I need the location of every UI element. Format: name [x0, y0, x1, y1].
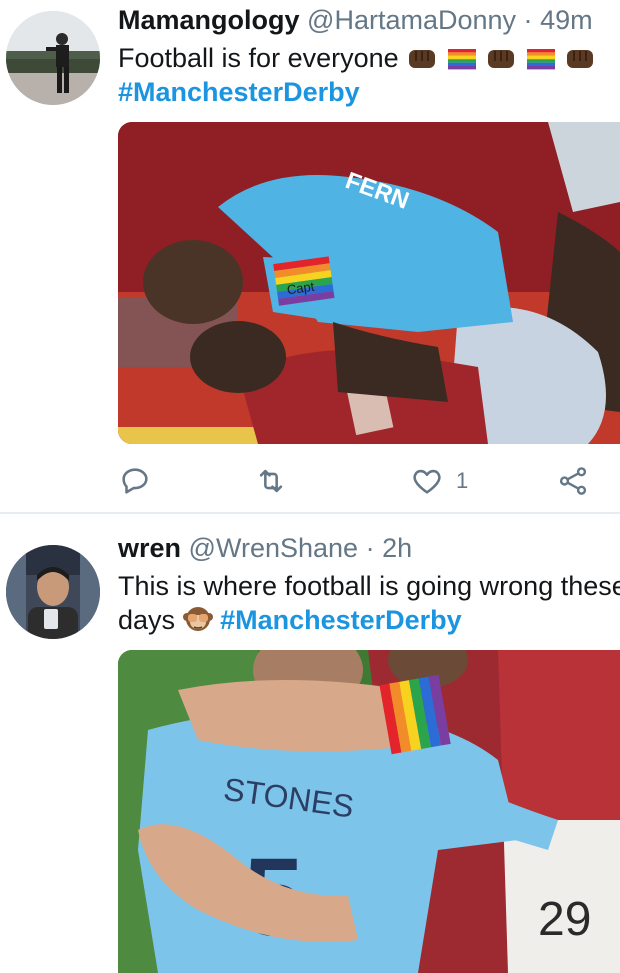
- display-name[interactable]: wren: [118, 533, 181, 563]
- emoji-row: [406, 43, 596, 73]
- share-icon: [559, 467, 587, 495]
- hashtag-link[interactable]: #ManchesterDerby: [220, 605, 462, 635]
- share-button[interactable]: [556, 458, 590, 504]
- tweet-body: Football is for everyone: [118, 43, 399, 73]
- user-handle[interactable]: @WrenShane: [189, 533, 359, 563]
- retweet-button[interactable]: [254, 458, 300, 504]
- avatar[interactable]: [6, 11, 100, 105]
- separator-dot: ·: [365, 533, 375, 563]
- tweet-text: This is where football is going wrong th…: [118, 569, 620, 637]
- like-icon: [413, 469, 441, 494]
- user-handle[interactable]: @HartamaDonny: [307, 5, 516, 35]
- tweet-actions: 1: [118, 458, 620, 504]
- tweet-header: Mamangology @HartamaDonny · 49m: [118, 3, 593, 37]
- tweet-body-line1: This is where football is going wrong th…: [118, 571, 620, 601]
- background-number: 29: [538, 893, 591, 946]
- like-button[interactable]: 1: [410, 458, 468, 504]
- timestamp[interactable]: 2h: [382, 533, 412, 563]
- retweet-icon: [259, 469, 283, 493]
- tweet[interactable]: Mamangology @HartamaDonny · 49m Football…: [0, 0, 620, 513]
- reply-button[interactable]: [118, 458, 164, 504]
- tweet-body-line2: days: [118, 605, 176, 635]
- see-no-evil-monkey-emoji: [182, 607, 213, 631]
- tweet-header: wren @WrenShane · 2h: [118, 531, 412, 565]
- tweet-text: Football is for everyone #ManchesterDerb…: [118, 41, 620, 109]
- fist-emoji: [409, 50, 436, 68]
- like-count: 1: [456, 468, 469, 493]
- avatar[interactable]: [6, 545, 100, 639]
- reply-icon: [122, 468, 148, 494]
- hashtag-link[interactable]: #ManchesterDerby: [118, 77, 360, 107]
- fist-emoji: [488, 50, 515, 68]
- fist-emoji: [567, 50, 594, 68]
- tweet[interactable]: wren @WrenShane · 2h This is where footb…: [0, 513, 620, 973]
- timestamp[interactable]: 49m: [540, 5, 593, 35]
- tweet-image[interactable]: 29 STONES 5: [118, 650, 620, 973]
- rainbow-flag-emoji: [526, 49, 555, 70]
- tweet-image[interactable]: Capt FERN: [118, 122, 620, 444]
- display-name[interactable]: Mamangology: [118, 5, 300, 35]
- separator-dot: ·: [523, 5, 533, 35]
- rainbow-flag-emoji: [447, 49, 476, 70]
